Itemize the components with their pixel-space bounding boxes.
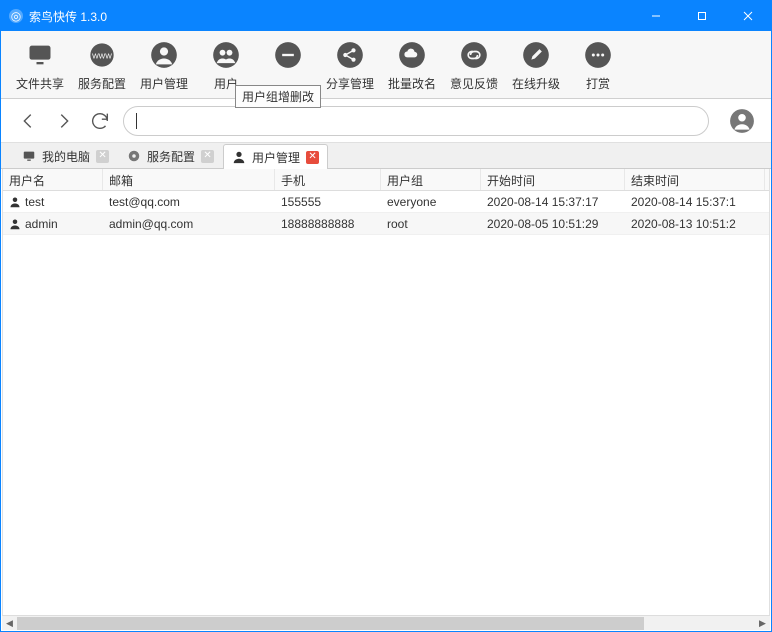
refresh-button[interactable] <box>87 108 113 134</box>
edit-icon <box>518 37 554 73</box>
user-icon <box>146 37 182 73</box>
tab-close-button[interactable]: ✕ <box>306 151 319 164</box>
tooltip: 用户组增删改 <box>235 85 321 108</box>
cell-username: test <box>25 195 44 209</box>
col-phone[interactable]: 手机 <box>275 169 381 190</box>
tab-label: 用户管理 <box>252 149 300 166</box>
titlebar: ◎ 索鸟快传 1.3.0 <box>1 1 771 31</box>
maximize-button[interactable] <box>679 1 725 31</box>
gear-icon <box>127 149 141 163</box>
toolbar-label: 批量改名 <box>388 75 436 92</box>
cell-start: 2020-08-05 10:51:29 <box>481 217 625 231</box>
col-end[interactable]: 结束时间 <box>625 169 765 190</box>
table-header: 用户名 邮箱 手机 用户组 开始时间 结束时间 <box>3 169 769 191</box>
person-icon <box>9 196 21 208</box>
col-start[interactable]: 开始时间 <box>481 169 625 190</box>
toolbar-tip[interactable]: 打赏 <box>567 37 629 94</box>
svg-text:WWW: WWW <box>92 54 112 61</box>
cell-email: admin@qq.com <box>103 217 275 231</box>
col-email[interactable]: 邮箱 <box>103 169 275 190</box>
scroll-thumb[interactable] <box>17 617 644 630</box>
forward-button[interactable] <box>51 108 77 134</box>
cell-username: admin <box>25 217 58 231</box>
user-table: 用户名 邮箱 手机 用户组 开始时间 结束时间 test test@qq.com1… <box>2 169 770 617</box>
minimize-button[interactable] <box>633 1 679 31</box>
window-title: 索鸟快传 1.3.0 <box>29 8 107 25</box>
toolbar-feedback[interactable]: 意见反馈 <box>443 37 505 94</box>
main-toolbar: 文件共享 WWW 服务配置 用户管理 用户 分享管理 批量改名 意见反馈 <box>1 31 771 99</box>
cell-end: 2020-08-14 15:37:1 <box>625 195 765 209</box>
toolbar-label: 服务配置 <box>78 75 126 92</box>
cell-group: root <box>381 217 481 231</box>
tab-label: 服务配置 <box>147 148 195 165</box>
cell-phone: 18888888888 <box>275 217 381 231</box>
table-body: testtest@qq.com155555everyone2020-08-14 … <box>3 191 769 235</box>
www-icon: WWW <box>84 37 120 73</box>
scroll-right-button[interactable]: ▶ <box>755 616 770 631</box>
chat-icon <box>580 37 616 73</box>
tab-user-manage[interactable]: 用户管理 ✕ <box>223 144 328 169</box>
cell-email: test@qq.com <box>103 195 275 209</box>
share-icon <box>332 37 368 73</box>
scroll-left-button[interactable]: ◀ <box>2 616 17 631</box>
toolbar-batch-rename[interactable]: 批量改名 <box>381 37 443 94</box>
tab-close-button[interactable]: ✕ <box>201 150 214 163</box>
tab-close-button[interactable]: ✕ <box>96 150 109 163</box>
cloud-icon <box>394 37 430 73</box>
link-icon <box>456 37 492 73</box>
circle-dash-icon <box>270 37 306 73</box>
scroll-track[interactable] <box>17 616 755 631</box>
address-bar[interactable] <box>123 106 709 136</box>
cell-end: 2020-08-13 10:51:2 <box>625 217 765 231</box>
tab-label: 我的电脑 <box>42 148 90 165</box>
toolbar-service-config[interactable]: WWW 服务配置 <box>71 37 133 94</box>
monitor-icon <box>22 37 58 73</box>
toolbar-label: 分享管理 <box>326 75 374 92</box>
col-group[interactable]: 用户组 <box>381 169 481 190</box>
account-button[interactable] <box>727 106 757 136</box>
cell-phone: 155555 <box>275 195 381 209</box>
toolbar-online-upgrade[interactable]: 在线升级 <box>505 37 567 94</box>
toolbar-label: 打赏 <box>586 75 610 92</box>
toolbar-user-manage[interactable]: 用户管理 <box>133 37 195 94</box>
app-icon: ◎ <box>9 9 23 23</box>
cell-group: everyone <box>381 195 481 209</box>
table-row[interactable]: testtest@qq.com155555everyone2020-08-14 … <box>3 191 769 213</box>
users-icon <box>208 37 244 73</box>
tab-mycomputer[interactable]: 我的电脑 ✕ <box>13 143 118 168</box>
user-icon <box>232 150 246 164</box>
computer-icon <box>22 149 36 163</box>
toolbar-label: 用户管理 <box>140 75 188 92</box>
table-row[interactable]: adminadmin@qq.com18888888888root2020-08-… <box>3 213 769 235</box>
horizontal-scrollbar[interactable]: ◀ ▶ <box>2 615 770 630</box>
toolbar-label: 在线升级 <box>512 75 560 92</box>
navigation-bar <box>1 99 771 143</box>
toolbar-share-manage[interactable]: 分享管理 <box>319 37 381 94</box>
toolbar-file-share[interactable]: 文件共享 <box>9 37 71 94</box>
cell-start: 2020-08-14 15:37:17 <box>481 195 625 209</box>
back-button[interactable] <box>15 108 41 134</box>
tab-service-config[interactable]: 服务配置 ✕ <box>118 143 223 168</box>
text-cursor <box>136 113 137 129</box>
person-icon <box>9 218 21 230</box>
toolbar-label: 意见反馈 <box>450 75 498 92</box>
toolbar-label: 文件共享 <box>16 75 64 92</box>
tab-bar: 我的电脑 ✕ 服务配置 ✕ 用户管理 ✕ <box>1 143 771 169</box>
close-button[interactable] <box>725 1 771 31</box>
col-username[interactable]: 用户名 <box>3 169 103 190</box>
